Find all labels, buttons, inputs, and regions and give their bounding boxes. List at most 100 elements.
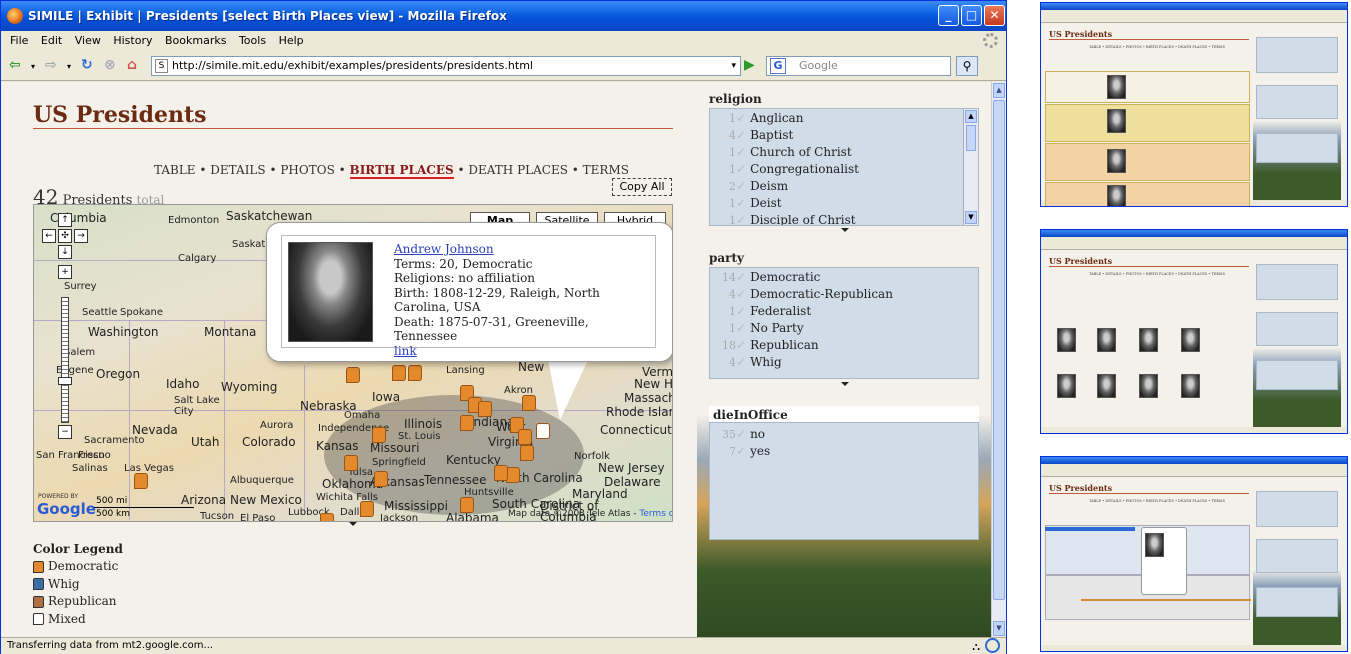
menu-bookmarks[interactable]: Bookmarks [165,31,226,51]
google-engine-icon[interactable]: G [770,58,786,74]
page-scrollbar[interactable]: ▲ ▼ [991,82,1006,637]
zoom-slider[interactable] [61,297,69,423]
checkmark-icon: ✓ [736,355,747,369]
map-marker[interactable] [344,455,358,471]
map-marker[interactable] [494,465,508,481]
facet-scrollbar[interactable]: ▲ ▼ [963,109,978,225]
zoom-out-icon[interactable]: − [58,425,72,439]
pan-left-icon[interactable]: ← [42,229,56,243]
scroll-up-icon[interactable]: ▲ [993,83,1005,98]
minimize-button[interactable]: _ [938,5,959,26]
view-photos[interactable]: PHOTOS [280,163,334,177]
menu-edit[interactable]: Edit [41,31,62,51]
stop-button[interactable]: ⊗ [104,57,116,73]
scroll-up-icon[interactable]: ▲ [965,110,977,123]
copy-all-button[interactable]: Copy All [612,178,672,196]
facet-party-list[interactable]: 14✓ Democratic 4✓ Democratic-Republican 1✓… [709,267,979,379]
view-death-places[interactable]: DEATH PLACES [468,163,568,177]
thumb-photo [1097,374,1116,398]
map-marker[interactable] [478,401,492,417]
map-marker[interactable] [374,471,388,487]
facet-item[interactable]: 14✓ Democratic [710,270,820,287]
forward-dropdown-icon[interactable]: ▾ [67,62,71,71]
view-birth-places[interactable]: BIRTH PLACES [349,163,454,179]
close-button[interactable]: ✕ [984,5,1005,26]
scroll-down-icon[interactable]: ▼ [965,211,977,224]
menu-history[interactable]: History [113,31,152,51]
map-marker-selected[interactable] [536,423,550,439]
map-marker[interactable] [520,445,534,461]
pan-right-icon[interactable]: → [74,229,88,243]
firefox-icon [7,8,23,24]
facet-count: 7 [729,445,736,458]
zoom-in-icon[interactable]: + [58,265,72,279]
zoom-slider-thumb[interactable] [58,377,72,385]
map-marker[interactable] [346,367,360,383]
facet-item[interactable]: 4✓ Baptist [710,128,793,145]
map-marker[interactable] [518,429,532,445]
map-resize-arrow-icon[interactable] [349,522,357,526]
forward-button[interactable]: ⇨ [45,57,57,73]
map-marker[interactable] [460,415,474,431]
pan-down-icon[interactable]: ↓ [58,245,72,259]
facet-item[interactable]: 1✓ Anglican [710,111,803,128]
facet-resize-arrow-icon[interactable] [841,228,849,232]
menu-view[interactable]: View [75,31,101,51]
facet-item[interactable]: 1✓ No Party [710,321,804,338]
scroll-thumb[interactable] [993,100,1005,600]
president-link[interactable]: link [394,344,655,359]
thumb-photo [1145,533,1164,557]
map-marker[interactable] [506,467,520,483]
facet-item[interactable]: 1✓ Deist [710,196,782,213]
facet-item[interactable]: 1✓ Disciple of Christ [710,213,856,225]
maximize-button[interactable]: □ [961,5,982,26]
scroll-thumb[interactable] [966,125,976,151]
map-label: Saskatchewan [226,209,313,223]
facet-item[interactable]: 1✓ Church of Christ [710,145,852,162]
back-dropdown-icon[interactable]: ▾ [31,62,35,71]
menu-help[interactable]: Help [279,31,304,51]
url-dropdown-icon[interactable]: ▾ [731,57,736,75]
facet-label: Deism [750,179,789,193]
terms-of-use-link[interactable]: Terms of Use [639,509,672,519]
map-marker[interactable] [460,497,474,513]
map-marker[interactable] [320,513,334,521]
facet-item[interactable]: 1✓ Federalist [710,304,811,321]
home-button[interactable]: ⌂ [127,57,137,73]
go-button[interactable]: ▶ [744,57,755,73]
thumb-photo [1181,328,1200,352]
map-marker[interactable] [134,473,148,489]
menu-tools[interactable]: Tools [239,31,266,51]
menu-file[interactable]: File [10,31,28,51]
screenshot-root: SIMILE | Exhibit | Presidents [select Bi… [0,0,1351,654]
title-bar[interactable]: SIMILE | Exhibit | Presidents [select Bi… [1,1,1006,31]
map-marker[interactable] [372,427,386,443]
facet-item[interactable]: 1✓ Congregationalist [710,162,859,179]
facet-item[interactable]: 18✓ Republican [710,338,819,355]
facet-resize-arrow-icon[interactable] [841,382,849,386]
url-bar[interactable]: S http://simile.mit.edu/exhibit/examples… [151,56,741,76]
president-name-link[interactable]: Andrew Johnson [394,242,655,257]
reload-button[interactable]: ↻ [81,57,93,73]
scroll-down-icon[interactable]: ▼ [993,621,1005,636]
map-marker[interactable] [392,365,406,381]
facet-item[interactable]: 35✓ no [710,427,765,444]
facet-item[interactable]: 4✓ Whig [710,355,782,372]
view-table[interactable]: TABLE [154,163,196,177]
map-marker[interactable] [408,365,422,381]
pan-up-icon[interactable]: ↑ [58,213,72,227]
birth-places-map[interactable]: Columbia Edmonton Saskatchewan Saskatoon… [33,204,673,522]
search-input[interactable]: G Google [766,56,951,76]
map-marker[interactable] [360,501,374,517]
search-icon[interactable]: ⚲ [956,56,978,76]
facet-item[interactable]: 7✓ yes [710,444,770,461]
facet-item[interactable]: 4✓ Democratic-Republican [710,287,893,304]
view-details[interactable]: DETAILS [210,163,265,177]
pan-center-icon[interactable]: ✣ [58,229,72,243]
facet-dieinoffice-list[interactable]: 35✓ no 7✓ yes [709,422,979,540]
facet-item[interactable]: 2✓ Deism [710,179,788,196]
facet-label: Deist [750,196,782,210]
facet-religion-list[interactable]: 1✓ Anglican 4✓ Baptist 1✓ Church of Christ … [709,108,979,226]
back-button[interactable]: ⇦ [9,57,21,73]
view-terms[interactable]: TERMS [583,163,629,177]
